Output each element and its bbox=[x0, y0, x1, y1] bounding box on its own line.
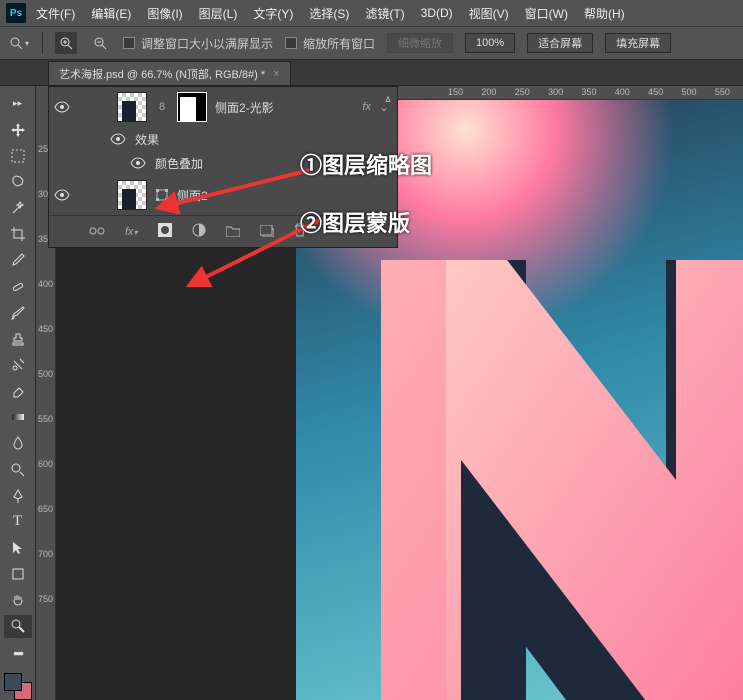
eye-icon[interactable] bbox=[109, 130, 127, 148]
blur-tool-icon[interactable] bbox=[4, 432, 32, 455]
ruler-tick: 600 bbox=[38, 459, 53, 469]
layer-mask-thumb[interactable] bbox=[177, 92, 207, 122]
shape-tool-icon[interactable] bbox=[4, 563, 32, 586]
menu-window[interactable]: 窗口(W) bbox=[519, 3, 574, 24]
layer-thumbnail[interactable] bbox=[117, 180, 147, 210]
fx-badge[interactable]: fx bbox=[362, 101, 371, 113]
ruler-tick: 500 bbox=[38, 369, 53, 379]
menu-filter[interactable]: 滤镜(T) bbox=[359, 3, 410, 24]
collapse-icon[interactable]: ㅿ bbox=[383, 91, 393, 107]
checkbox-icon[interactable] bbox=[123, 37, 135, 49]
new-layer-icon[interactable] bbox=[260, 224, 274, 240]
layer-row[interactable]: 8 侧面2-光影 fx ⌄ bbox=[49, 87, 397, 127]
tools-panel: ▸▸ T ••• bbox=[0, 86, 36, 700]
hand-tool-icon[interactable] bbox=[4, 589, 32, 612]
zoom-tool-icon[interactable] bbox=[4, 615, 32, 638]
pen-tool-icon[interactable] bbox=[4, 484, 32, 507]
ruler-tick: 550 bbox=[38, 414, 53, 424]
menu-edit[interactable]: 编辑(E) bbox=[85, 3, 137, 24]
ruler-tick: 250 bbox=[515, 87, 530, 97]
gradient-tool-icon[interactable] bbox=[4, 406, 32, 429]
menu-type[interactable]: 文字(Y) bbox=[247, 3, 299, 24]
eye-icon[interactable] bbox=[53, 186, 71, 204]
history-brush-icon[interactable] bbox=[4, 353, 32, 376]
zoom-out-icon[interactable] bbox=[89, 32, 111, 54]
opt-zoom-all[interactable]: 缩放所有窗口 bbox=[285, 35, 375, 52]
move-tool-icon[interactable] bbox=[4, 118, 32, 141]
options-bar: ▾ 调整窗口大小以满屏显示 缩放所有窗口 细微缩放 100% 适合屏幕 填充屏幕 bbox=[0, 26, 743, 60]
adjustment-icon[interactable] bbox=[192, 223, 206, 240]
menu-view[interactable]: 视图(V) bbox=[463, 3, 515, 24]
btn-fit-screen[interactable]: 适合屏幕 bbox=[527, 33, 593, 53]
collapse-icon[interactable]: ▸▸ bbox=[4, 92, 32, 115]
menu-3d[interactable]: 3D(D) bbox=[415, 4, 459, 22]
link-layers-icon[interactable] bbox=[89, 224, 105, 240]
ps-logo: Ps bbox=[6, 3, 26, 23]
btn-100pct[interactable]: 100% bbox=[465, 33, 515, 53]
mask-link-icon[interactable]: 8 bbox=[155, 92, 169, 122]
ruler-tick: 200 bbox=[481, 87, 496, 97]
ruler-tick: 300 bbox=[548, 87, 563, 97]
edit-toolbar-icon[interactable]: ••• bbox=[4, 641, 32, 664]
stamp-tool-icon[interactable] bbox=[4, 327, 32, 350]
effects-label: 效果 bbox=[135, 131, 389, 148]
layer-name[interactable]: 侧面2-光影 bbox=[215, 99, 354, 116]
color-swatches[interactable] bbox=[4, 673, 32, 700]
eye-icon[interactable] bbox=[53, 98, 71, 116]
eye-icon[interactable] bbox=[129, 154, 147, 172]
annotation-thumbnail: ①图层缩略图 bbox=[300, 148, 432, 180]
tab-title: 艺术海报.psd @ 66.7% (N顶部, RGB/8#) * bbox=[59, 66, 265, 82]
opt-resize-fit[interactable]: 调整窗口大小以满屏显示 bbox=[123, 35, 273, 52]
layer-thumbnail[interactable] bbox=[117, 92, 147, 122]
menubar: Ps 文件(F) 编辑(E) 图像(I) 图层(L) 文字(Y) 选择(S) 滤… bbox=[0, 0, 743, 26]
document-tabs: 艺术海报.psd @ 66.7% (N顶部, RGB/8#) * × bbox=[0, 60, 743, 86]
ruler-tick: 450 bbox=[38, 324, 53, 334]
brush-tool-icon[interactable] bbox=[4, 301, 32, 324]
opt-coarse-zoom: 细微缩放 bbox=[387, 33, 453, 53]
menu-file[interactable]: 文件(F) bbox=[30, 3, 81, 24]
path-select-icon[interactable] bbox=[4, 536, 32, 559]
group-icon[interactable] bbox=[226, 224, 240, 240]
tool-preset-icon[interactable]: ▾ bbox=[8, 32, 30, 54]
heal-tool-icon[interactable] bbox=[4, 275, 32, 298]
ruler-tick: 400 bbox=[615, 87, 630, 97]
fx-icon[interactable]: fx▾ bbox=[125, 226, 138, 238]
menu-image[interactable]: 图像(I) bbox=[141, 3, 188, 24]
wand-tool-icon[interactable] bbox=[4, 197, 32, 220]
close-icon[interactable]: × bbox=[273, 68, 279, 80]
ruler-tick: 650 bbox=[38, 504, 53, 514]
lasso-tool-icon[interactable] bbox=[4, 170, 32, 193]
shape-badge-icon bbox=[155, 180, 169, 210]
opt-zoom-all-label: 缩放所有窗口 bbox=[303, 35, 375, 52]
ruler-tick: 350 bbox=[581, 87, 596, 97]
crop-tool-icon[interactable] bbox=[4, 223, 32, 246]
mask-icon[interactable] bbox=[158, 223, 172, 240]
marquee-tool-icon[interactable] bbox=[4, 144, 32, 167]
ruler-tick: 400 bbox=[38, 279, 53, 289]
ruler-tick: 550 bbox=[715, 87, 730, 97]
menu-layer[interactable]: 图层(L) bbox=[193, 3, 244, 24]
layer-name[interactable]: 侧面2 bbox=[177, 187, 389, 204]
menu-help[interactable]: 帮助(H) bbox=[578, 3, 631, 24]
eyedropper-tool-icon[interactable] bbox=[4, 249, 32, 272]
opt-resize-fit-label: 调整窗口大小以满屏显示 bbox=[141, 35, 273, 52]
ruler-tick: 700 bbox=[38, 549, 53, 559]
zoom-in-icon[interactable] bbox=[55, 32, 77, 54]
checkbox-icon[interactable] bbox=[285, 37, 297, 49]
type-tool-icon[interactable]: T bbox=[4, 510, 32, 533]
menu-select[interactable]: 选择(S) bbox=[303, 3, 355, 24]
eraser-tool-icon[interactable] bbox=[4, 380, 32, 403]
ruler-tick: 750 bbox=[38, 594, 53, 604]
ruler-tick: 500 bbox=[682, 87, 697, 97]
ruler-tick: 150 bbox=[448, 87, 463, 97]
annotation-mask: ②图层蒙版 bbox=[300, 206, 410, 238]
ruler-tick: 450 bbox=[648, 87, 663, 97]
btn-fill-screen[interactable]: 填充屏幕 bbox=[605, 33, 671, 53]
document-tab[interactable]: 艺术海报.psd @ 66.7% (N顶部, RGB/8#) * × bbox=[48, 61, 291, 85]
dodge-tool-icon[interactable] bbox=[4, 458, 32, 481]
